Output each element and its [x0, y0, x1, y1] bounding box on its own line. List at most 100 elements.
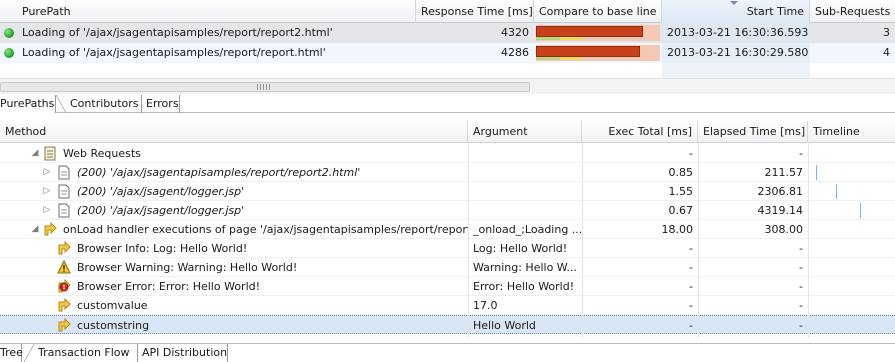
method-name: Browser Info: Log: Hello World!: [77, 242, 248, 255]
tab-api-distribution[interactable]: API Distribution: [138, 344, 228, 362]
error-icon: [58, 279, 71, 293]
purepath-row[interactable]: Loading of '/ajax/jsagentapisamples/repo…: [0, 43, 895, 63]
method-name: Web Requests: [63, 147, 141, 160]
timeline-mark: [816, 165, 817, 180]
elapsed-time-value: -: [799, 261, 803, 274]
column-header-compare-baseline[interactable]: Compare to base line: [534, 0, 662, 23]
handler-icon: [44, 222, 57, 236]
details-tab-strip: PurePaths Contributors Errors: [0, 95, 895, 113]
baseline-bar-fill: [536, 26, 643, 37]
baseline-bar: [536, 25, 660, 41]
exec-total-value: 0.85: [668, 166, 694, 179]
argument-value: [468, 182, 582, 201]
baseline-bar-yellow: [560, 57, 582, 60]
tree-row[interactable]: ▷ (200) '/ajax/jsagent/logger.jsp' 1.55 …: [0, 182, 895, 201]
tree-row[interactable]: ◢ Web Requests - -: [0, 144, 895, 163]
method-name: (200) '/ajax/jsagent/logger.jsp': [77, 185, 245, 198]
baseline-bar-green: [536, 37, 560, 40]
baseline-bar-green: [536, 57, 560, 60]
tab-separator: [24, 344, 34, 362]
exec-total-value: -: [689, 147, 693, 160]
elapsed-time-value: -: [799, 280, 803, 293]
column-divider: [808, 143, 809, 339]
sort-descending-icon: [730, 1, 738, 5]
column-header-exec-total[interactable]: Exec Total [ms]: [582, 121, 698, 143]
handler-icon: [58, 298, 71, 312]
tab-contributors[interactable]: Contributors: [66, 95, 142, 113]
argument-value: [468, 144, 582, 163]
column-header-purepath[interactable]: PurePath: [0, 0, 416, 23]
exec-total-value: 18.00: [661, 223, 694, 236]
tab-errors[interactable]: Errors: [142, 95, 180, 113]
purepath-name: Loading of '/ajax/jsagentapisamples/repo…: [22, 26, 333, 39]
collapse-icon[interactable]: ◢: [30, 220, 40, 239]
purepath-name: Loading of '/ajax/jsagentapisamples/repo…: [22, 46, 326, 59]
exec-total-value: -: [689, 299, 693, 312]
page-icon: [58, 184, 70, 199]
elapsed-time-value: 308.00: [764, 223, 804, 236]
purepath-row[interactable]: Loading of '/ajax/jsagentapisamples/repo…: [0, 23, 895, 43]
elapsed-time-value: 2306.81: [757, 185, 804, 198]
sorted-column-fill: [662, 63, 810, 78]
column-header-method[interactable]: Method: [0, 121, 468, 143]
argument-value: Log: Hello World!: [473, 242, 568, 255]
expand-icon[interactable]: ▷: [42, 201, 52, 220]
response-time-value: 4286: [501, 46, 529, 59]
tree-row[interactable]: Browser Error: Error: Hello World! Error…: [0, 277, 895, 296]
status-ok-icon: [4, 28, 14, 38]
start-time-value: 2013-03-21 16:30:29.580: [662, 43, 810, 63]
tree-row[interactable]: Browser Warning: Warning: Hello World! W…: [0, 258, 895, 277]
method-name: Browser Warning: Warning: Hello World!: [77, 261, 298, 274]
view-tab-strip: Tree Transaction Flow API Distribution: [0, 343, 895, 362]
elapsed-time-value: -: [799, 147, 803, 160]
method-name: (200) '/ajax/jsagentapisamples/report/re…: [77, 166, 361, 179]
elapsed-time-value: 211.57: [764, 166, 804, 179]
baseline-bar-fill: [536, 46, 640, 57]
method-name: Browser Error: Error: Hello World!: [77, 280, 261, 293]
exec-total-value: -: [689, 261, 693, 274]
column-header-response-time[interactable]: Response Time [ms]: [416, 0, 534, 23]
tab-separator: [56, 95, 66, 113]
tree-row[interactable]: Browser Info: Log: Hello World! Log: Hel…: [0, 239, 895, 258]
status-ok-icon: [4, 48, 14, 58]
column-divider: [582, 143, 583, 339]
expand-icon[interactable]: ▷: [42, 182, 52, 201]
tree-row[interactable]: ◢ onLoad handler executions of page '/aj…: [0, 220, 895, 239]
exec-total-value: -: [689, 319, 693, 332]
response-time-value: 4320: [501, 26, 529, 39]
page-icon: [58, 165, 70, 180]
expand-icon[interactable]: ▷: [42, 163, 52, 182]
collapse-icon[interactable]: ◢: [30, 144, 40, 163]
warning-icon: [57, 260, 71, 274]
baseline-bar-yellow: [560, 37, 582, 40]
column-header-argument[interactable]: Argument: [468, 121, 582, 143]
info-icon: [58, 241, 71, 255]
exec-total-value: -: [689, 242, 693, 255]
column-header-elapsed-time[interactable]: Elapsed Time [ms]: [698, 121, 808, 143]
purepath-header: PurePath Response Time [ms] Compare to b…: [0, 0, 895, 23]
column-header-sub-requests[interactable]: Sub-Requests: [810, 0, 895, 23]
purepath-table: PurePath Response Time [ms] Compare to b…: [0, 0, 895, 78]
argument-value: Error: Hello World!: [473, 280, 575, 293]
elapsed-time-value: -: [799, 299, 803, 312]
exec-total-value: -: [689, 280, 693, 293]
column-header-start-time[interactable]: Start Time: [662, 0, 810, 23]
horizontal-scrollbar[interactable]: [0, 78, 895, 94]
tree-row[interactable]: customvalue 17.0 - -: [0, 296, 895, 315]
scrollbar-thumb[interactable]: [0, 82, 530, 92]
grip-icon: [257, 84, 271, 90]
timeline-mark: [836, 184, 837, 199]
tree-row[interactable]: ▷ (200) '/ajax/jsagentapisamples/report/…: [0, 163, 895, 182]
method-tree-header: Method Argument Exec Total [ms] Elapsed …: [0, 121, 895, 143]
column-header-timeline[interactable]: Timeline: [808, 121, 895, 143]
argument-value: Warning: Hello W...: [473, 261, 577, 274]
method-name: customstring: [77, 319, 150, 332]
tab-purepaths[interactable]: PurePaths: [0, 95, 56, 113]
method-name: customvalue: [77, 299, 148, 312]
sub-requests-value: 3: [883, 26, 890, 39]
tree-row[interactable]: ▷ (200) '/ajax/jsagent/logger.jsp' 0.67 …: [0, 201, 895, 220]
sub-requests-value: 4: [883, 46, 890, 59]
tab-tree[interactable]: Tree: [0, 344, 23, 362]
tree-row-selected[interactable]: customstring Hello World - -: [0, 315, 895, 334]
tab-transaction-flow[interactable]: Transaction Flow: [34, 344, 138, 362]
